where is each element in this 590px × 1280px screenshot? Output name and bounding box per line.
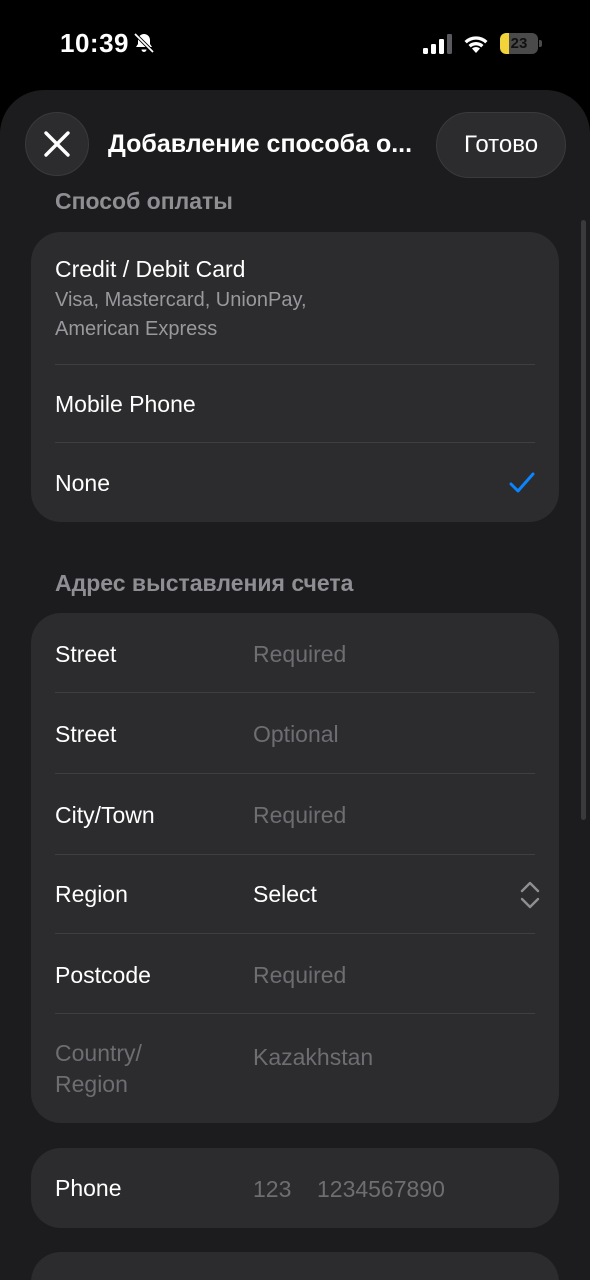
street-optional-label: Street	[55, 721, 117, 747]
city-input[interactable]: Required	[253, 802, 346, 829]
scrollbar[interactable]	[581, 220, 586, 820]
region-row[interactable]: Region Select	[31, 855, 559, 934]
phone-label: Phone	[55, 1175, 122, 1201]
postcode-input[interactable]: Required	[253, 962, 346, 989]
payment-method-group: Credit / Debit Card Visa, Mastercard, Un…	[31, 232, 559, 522]
phone-group: Phone 123 1234567890	[31, 1148, 559, 1228]
phone-code-input[interactable]: 123	[253, 1176, 291, 1203]
payment-option-card-title: Credit / Debit Card	[55, 256, 246, 282]
payment-option-none-title: None	[55, 470, 110, 496]
city-label: City/Town	[55, 802, 155, 828]
postcode-label: Postcode	[55, 962, 151, 988]
next-group	[31, 1252, 559, 1280]
sheet-title: Добавление способа о...	[108, 130, 413, 158]
payment-option-card-subtitle: Visa, Mastercard, UnionPay, American Exp…	[55, 289, 307, 340]
phone-row[interactable]: Phone 123 1234567890	[31, 1148, 559, 1228]
billing-address-header: Адрес выставления счета	[55, 570, 354, 596]
street-row[interactable]: Street Required	[31, 613, 559, 693]
payment-option-none[interactable]: None	[31, 443, 559, 522]
payment-method-header: Способ оплаты	[55, 188, 233, 214]
country-label: Country/ Region	[55, 1040, 142, 1097]
street-label: Street	[55, 641, 117, 667]
wifi-icon	[464, 36, 488, 53]
billing-address-group: Street Required Street Optional City/Tow…	[31, 613, 559, 1123]
close-icon	[44, 131, 70, 157]
payment-option-card[interactable]: Credit / Debit Card Visa, Mastercard, Un…	[31, 232, 559, 365]
region-label: Region	[55, 881, 128, 907]
battery-level: 23	[510, 35, 528, 52]
status-time: 10:39	[60, 28, 129, 58]
payment-option-mobile[interactable]: Mobile Phone	[31, 365, 559, 443]
country-value: Kazakhstan	[253, 1044, 374, 1070]
street-optional-row[interactable]: Street Optional	[31, 693, 559, 774]
payment-option-mobile-title: Mobile Phone	[55, 391, 196, 417]
region-select[interactable]: Select	[253, 881, 317, 908]
postcode-row[interactable]: Postcode Required	[31, 934, 559, 1014]
add-payment-sheet: Добавление способа о... Готово Способ оп…	[0, 90, 590, 1280]
chevron-up-down-icon	[520, 881, 540, 909]
checkmark-icon	[509, 472, 535, 493]
phone-number-input[interactable]: 1234567890	[317, 1176, 445, 1203]
street-optional-input[interactable]: Optional	[253, 721, 339, 748]
done-button[interactable]: Готово	[436, 112, 566, 178]
bell-slash-icon	[133, 32, 155, 54]
city-row[interactable]: City/Town Required	[31, 774, 559, 855]
close-button[interactable]	[25, 112, 89, 176]
country-row: Country/ Region Kazakhstan	[31, 1014, 559, 1123]
battery-icon: 23	[500, 33, 542, 54]
street-input[interactable]: Required	[253, 641, 346, 668]
status-bar: 10:39 23	[0, 0, 590, 90]
cellular-signal-icon	[423, 34, 452, 54]
